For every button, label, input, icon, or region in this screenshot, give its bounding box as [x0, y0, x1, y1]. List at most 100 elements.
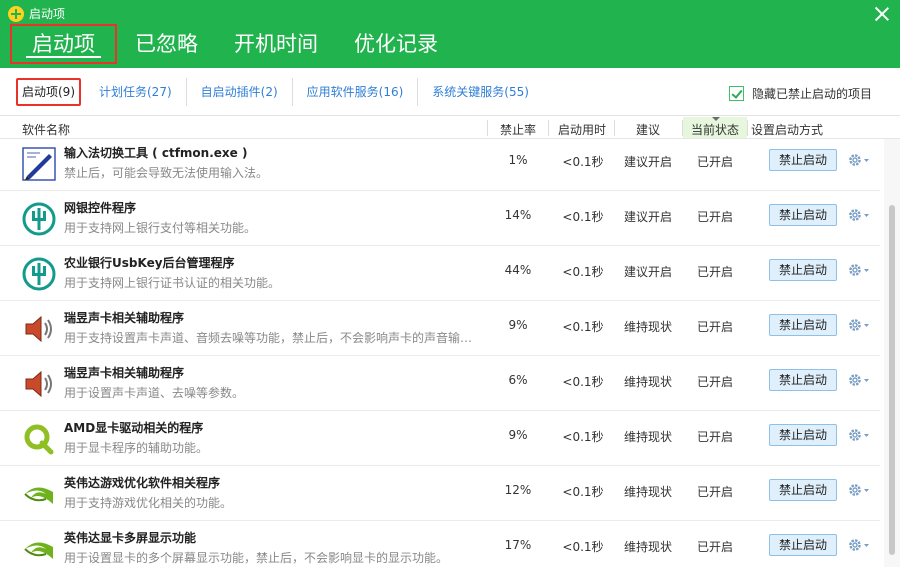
list-item: 网银控件程序 用于支持网上银行支付等相关功能。 14% <0.1秒 建议开启 已…: [0, 191, 880, 246]
item-description: 用于设置显卡的多个屏幕显示功能，禁止后，不会影响显卡的显示功能。: [64, 551, 449, 565]
column-name[interactable]: 软件名称: [22, 121, 70, 138]
column-time[interactable]: 启动用时: [558, 121, 606, 138]
sub-tab-bar: 启动项(9) 计划任务(27) 自启动插件(2) 应用软件服务(16) 系统关键…: [0, 68, 900, 116]
nvidia-icon: [22, 532, 56, 566]
gear-icon[interactable]: [847, 482, 871, 498]
item-startup-time: <0.1秒: [562, 210, 604, 224]
item-description: 用于支持网上银行支付等相关功能。: [64, 221, 257, 235]
vertical-scrollbar[interactable]: [884, 139, 900, 567]
list-item: 瑞昱声卡相关辅助程序 用于设置声卡声道、去噪等参数。 6% <0.1秒 维持现状…: [0, 356, 880, 411]
hide-disabled-label[interactable]: 隐藏已禁止启动的项目: [752, 85, 872, 102]
item-disable-rate: 9%: [508, 318, 528, 332]
tab-optimization-log[interactable]: 优化记录: [336, 24, 456, 64]
item-startup-time: <0.1秒: [562, 485, 604, 499]
scrollbar-thumb[interactable]: [889, 205, 895, 555]
disable-startup-button[interactable]: 禁止启动: [769, 369, 837, 391]
item-startup-time: <0.1秒: [562, 430, 604, 444]
list-item: 英伟达显卡多屏显示功能 用于设置显卡的多个屏幕显示功能，禁止后，不会影响显卡的显…: [0, 521, 880, 567]
item-description: 用于显卡程序的辅助功能。: [64, 441, 209, 455]
item-advice: 维持现状: [623, 485, 672, 499]
item-name: 瑞昱声卡相关辅助程序: [64, 366, 185, 380]
item-disable-rate: 12%: [504, 483, 532, 497]
item-advice: 建议开启: [623, 155, 672, 169]
item-advice: 建议开启: [623, 210, 672, 224]
subtab-startup[interactable]: 启动项(9): [16, 78, 81, 106]
nvidia-icon: [22, 477, 56, 511]
item-advice: 维持现状: [623, 540, 672, 554]
subtab-app-services[interactable]: 应用软件服务(16): [291, 78, 418, 106]
item-disable-rate: 1%: [508, 153, 528, 167]
disable-startup-button[interactable]: 禁止启动: [769, 479, 837, 501]
abc-bank-icon: [22, 257, 56, 291]
item-status: 已开启: [696, 375, 733, 389]
abc-bank-icon: [22, 202, 56, 236]
column-divider: [682, 120, 683, 136]
column-divider: [548, 120, 549, 136]
gear-icon[interactable]: [847, 262, 871, 278]
amd-q-icon: [22, 422, 56, 456]
item-startup-time: <0.1秒: [562, 265, 604, 279]
gear-icon[interactable]: [847, 537, 871, 553]
main-tab-bar: 启动项 已忽略 开机时间 优化记录: [10, 24, 456, 64]
tab-boot-time[interactable]: 开机时间: [216, 24, 336, 64]
disable-startup-button[interactable]: 禁止启动: [769, 424, 837, 446]
tab-startup-items[interactable]: 启动项: [10, 24, 117, 64]
subtab-system-services[interactable]: 系统关键服务(55): [417, 78, 543, 106]
item-status: 已开启: [696, 155, 733, 169]
startup-manager-window: 启动项 启动项 已忽略 开机时间 优化记录 启动项(9) 计划任务(27) 自启…: [0, 0, 900, 567]
item-disable-rate: 9%: [508, 428, 528, 442]
list-item: 瑞昱声卡相关辅助程序 用于支持设置声卡声道、音频去噪等功能，禁止后，不会影响声卡…: [0, 301, 880, 356]
column-divider: [614, 120, 615, 136]
hide-disabled-checkbox[interactable]: [728, 86, 744, 101]
item-name: 英伟达游戏优化软件相关程序: [64, 476, 221, 490]
item-name: 瑞昱声卡相关辅助程序: [64, 311, 185, 325]
list-item: 英伟达游戏优化软件相关程序 用于支持游戏优化相关的功能。 12% <0.1秒 维…: [0, 466, 880, 521]
column-advice[interactable]: 建议: [636, 121, 660, 138]
item-disable-rate: 6%: [508, 373, 528, 387]
hide-disabled-option: 隐藏已禁止启动的项目: [728, 85, 872, 102]
window-title: 启动项: [29, 7, 66, 21]
item-name: 输入法切换工具 ( ctfmon.exe ): [64, 146, 248, 160]
item-description: 用于设置声卡声道、去噪等参数。: [64, 386, 245, 400]
list-item: 农业银行UsbKey后台管理程序 用于支持网上银行证书认证的相关功能。 44% …: [0, 246, 880, 301]
item-name: 农业银行UsbKey后台管理程序: [64, 256, 235, 270]
gear-icon[interactable]: [847, 372, 871, 388]
item-name: AMD显卡驱动相关的程序: [64, 421, 204, 435]
gear-icon[interactable]: [847, 207, 871, 223]
column-header: 软件名称 禁止率 启动用时 建议 当前状态 设置启动方式: [0, 117, 900, 139]
column-action: 设置启动方式: [751, 123, 824, 137]
item-startup-time: <0.1秒: [562, 155, 604, 169]
disable-startup-button[interactable]: 禁止启动: [769, 149, 837, 171]
item-status: 已开启: [696, 210, 733, 224]
item-startup-time: <0.1秒: [562, 320, 604, 334]
disable-startup-button[interactable]: 禁止启动: [769, 259, 837, 281]
item-advice: 建议开启: [623, 265, 672, 279]
list-item: AMD显卡驱动相关的程序 用于显卡程序的辅助功能。 9% <0.1秒 维持现状 …: [0, 411, 880, 466]
item-name: 英伟达显卡多屏显示功能: [64, 531, 197, 545]
column-rate[interactable]: 禁止率: [500, 121, 536, 138]
subtab-autostart-plugins[interactable]: 自启动插件(2): [185, 78, 292, 106]
close-icon[interactable]: [874, 6, 890, 22]
item-status: 已开启: [696, 265, 733, 279]
column-divider: [747, 120, 748, 136]
column-status[interactable]: 当前状态: [691, 121, 739, 138]
item-startup-time: <0.1秒: [562, 375, 604, 389]
item-status: 已开启: [696, 320, 733, 334]
item-description: 用于支持设置声卡声道、音频去噪等功能，禁止后，不会影响声卡的声音输出功...: [64, 331, 484, 345]
item-disable-rate: 44%: [504, 263, 532, 277]
disable-startup-button[interactable]: 禁止启动: [769, 314, 837, 336]
startup-list: 输入法切换工具 ( ctfmon.exe ) 禁止后，可能会导致无法使用输入法。…: [0, 139, 880, 567]
disable-startup-button[interactable]: 禁止启动: [769, 204, 837, 226]
column-divider: [487, 120, 488, 136]
gear-icon[interactable]: [847, 427, 871, 443]
header-bar: 启动项 启动项 已忽略 开机时间 优化记录: [0, 0, 900, 68]
speaker-icon: [22, 312, 56, 346]
tab-ignored[interactable]: 已忽略: [117, 24, 216, 64]
gear-icon[interactable]: [847, 317, 871, 333]
list-item: 输入法切换工具 ( ctfmon.exe ) 禁止后，可能会导致无法使用输入法。…: [0, 139, 880, 191]
disable-startup-button[interactable]: 禁止启动: [769, 534, 837, 556]
item-startup-time: <0.1秒: [562, 540, 604, 554]
subtab-scheduled-tasks[interactable]: 计划任务(27): [85, 78, 186, 106]
item-description: 用于支持游戏优化相关的功能。: [64, 496, 233, 510]
gear-icon[interactable]: [847, 152, 871, 168]
